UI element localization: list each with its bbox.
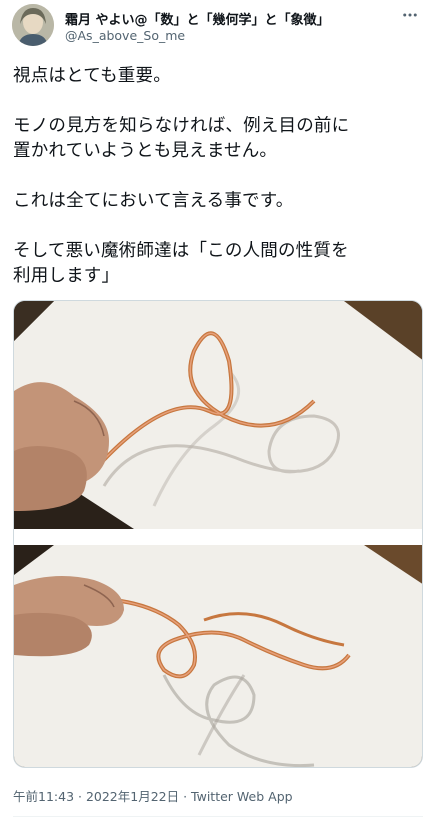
meta-separator: · — [179, 789, 192, 804]
photo-wire-treble-clef[interactable] — [14, 545, 422, 767]
avatar[interactable] — [12, 4, 54, 46]
more-button[interactable] — [398, 4, 422, 26]
tweet-date[interactable]: 2022年1月22日 — [86, 789, 179, 804]
tweet-text: 視点はとても重要。 モノの見方を知らなければ、例え目の前に 置かれていようとも見… — [13, 64, 421, 289]
tweet-meta: 午前11:43 · 2022年1月22日 · Twitter Web App — [13, 786, 293, 805]
tweet-line: これは全てにおいて言える事です。 — [13, 191, 294, 211]
tweet-source[interactable]: Twitter Web App — [191, 789, 293, 804]
tweet-line: モノの見方を知らなければ、例え目の前に — [13, 116, 350, 136]
tweet-header: 霜月 やよい@「数」と「幾何学」と「象徴」 @As_above_So_me — [12, 4, 422, 48]
tweet-media — [13, 300, 423, 768]
tweet-line: 置かれていようとも見えません。 — [13, 141, 278, 161]
tweet-line: 視点はとても重要。 — [13, 66, 171, 86]
divider — [13, 816, 423, 817]
display-name[interactable]: 霜月 やよい@「数」と「幾何学」と「象徴」 — [65, 9, 330, 28]
user-handle[interactable]: @As_above_So_me — [65, 28, 185, 43]
meta-separator: · — [74, 789, 86, 804]
tweet-line: 利用します」 — [13, 266, 120, 286]
more-horizontal-icon — [403, 13, 417, 17]
tweet-line: そして悪い魔術師達は「この人間の性質を — [13, 241, 349, 261]
photo-wire-infinity[interactable] — [14, 301, 422, 529]
tweet-time[interactable]: 午前11:43 — [13, 789, 74, 804]
